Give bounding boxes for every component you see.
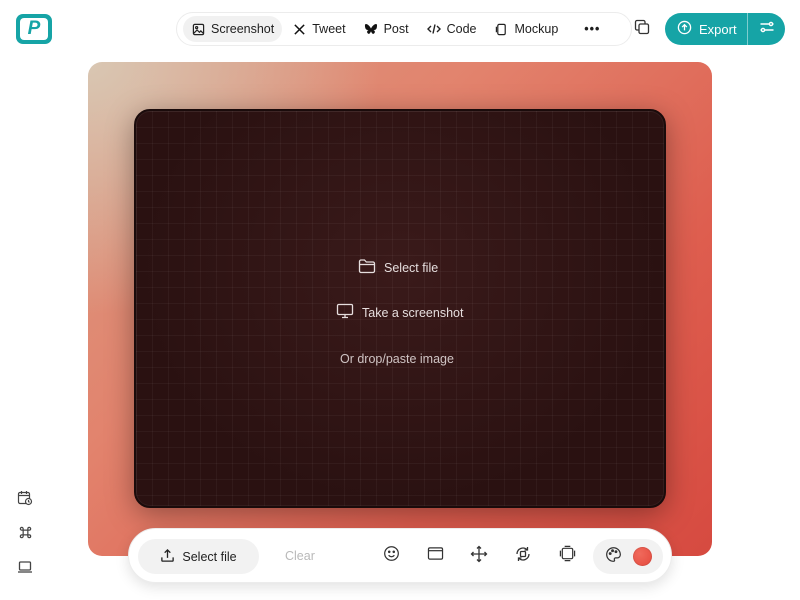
tab-label: Mockup [514,22,559,36]
device-preview-button[interactable] [16,560,34,578]
command-icon [18,525,33,545]
take-screenshot-link[interactable]: Take a screenshot [336,303,463,322]
background-picker [593,539,663,574]
export-settings-button[interactable] [748,13,785,45]
monitor-icon [336,303,354,322]
more-menu-button[interactable]: ••• [574,16,610,42]
tab-mockup[interactable]: Mockup [487,16,567,42]
smiley-icon [383,545,400,567]
image-icon [191,22,205,36]
window-frame-button[interactable] [425,546,445,566]
tab-label: Screenshot [211,22,275,36]
position-button[interactable] [469,545,489,568]
copy-icon [634,19,650,40]
tab-label: Code [446,22,477,36]
select-file-button[interactable]: Select file [138,539,259,574]
background-color-swatch[interactable] [633,547,652,566]
butterfly-icon [364,22,378,36]
mode-tabs: Screenshot Tweet Post Code Mockup ••• [176,12,632,46]
x-logo-icon [292,22,306,36]
app-logo[interactable]: P [16,14,52,44]
drop-hint: Or drop/paste image [340,352,454,366]
device-icon [495,22,509,36]
export-group: Export [665,13,785,45]
history-button[interactable] [16,490,34,511]
export-button[interactable]: Export [665,13,747,45]
sliders-icon [759,20,775,39]
window-icon [427,546,444,566]
rotate-icon [514,545,532,568]
select-file-link[interactable]: Select file [358,258,438,277]
upload-circle-icon [677,20,692,38]
palette-button[interactable] [603,547,623,567]
more-icon: ••• [584,22,601,36]
tab-label: Tweet [312,22,346,36]
logo-letter: P [27,18,41,39]
move-icon [470,545,488,568]
calendar-clock-icon [17,490,33,511]
layers-button[interactable] [557,545,577,567]
tab-code[interactable]: Code [419,16,485,42]
emoji-button[interactable] [381,546,401,566]
palette-icon [605,546,622,568]
select-file-button-label: Select file [182,549,237,564]
copy-button[interactable] [632,19,652,39]
tab-tweet[interactable]: Tweet [284,16,353,42]
tab-screenshot[interactable]: Screenshot [183,16,283,42]
tab-post[interactable]: Post [356,16,417,42]
laptop-icon [17,560,33,579]
rotate-button[interactable] [513,546,533,566]
clear-button[interactable]: Clear [285,549,315,563]
bottom-toolbar: Select file Clear [128,528,672,583]
export-label: Export [699,21,737,37]
tab-label: Post [383,22,409,36]
take-screenshot-label: Take a screenshot [362,305,464,320]
upload-icon [160,548,175,566]
layers-icon [559,545,576,567]
select-file-label: Select file [384,260,439,275]
folder-icon [358,258,376,277]
shortcuts-button[interactable] [16,526,34,544]
code-icon [426,22,441,36]
